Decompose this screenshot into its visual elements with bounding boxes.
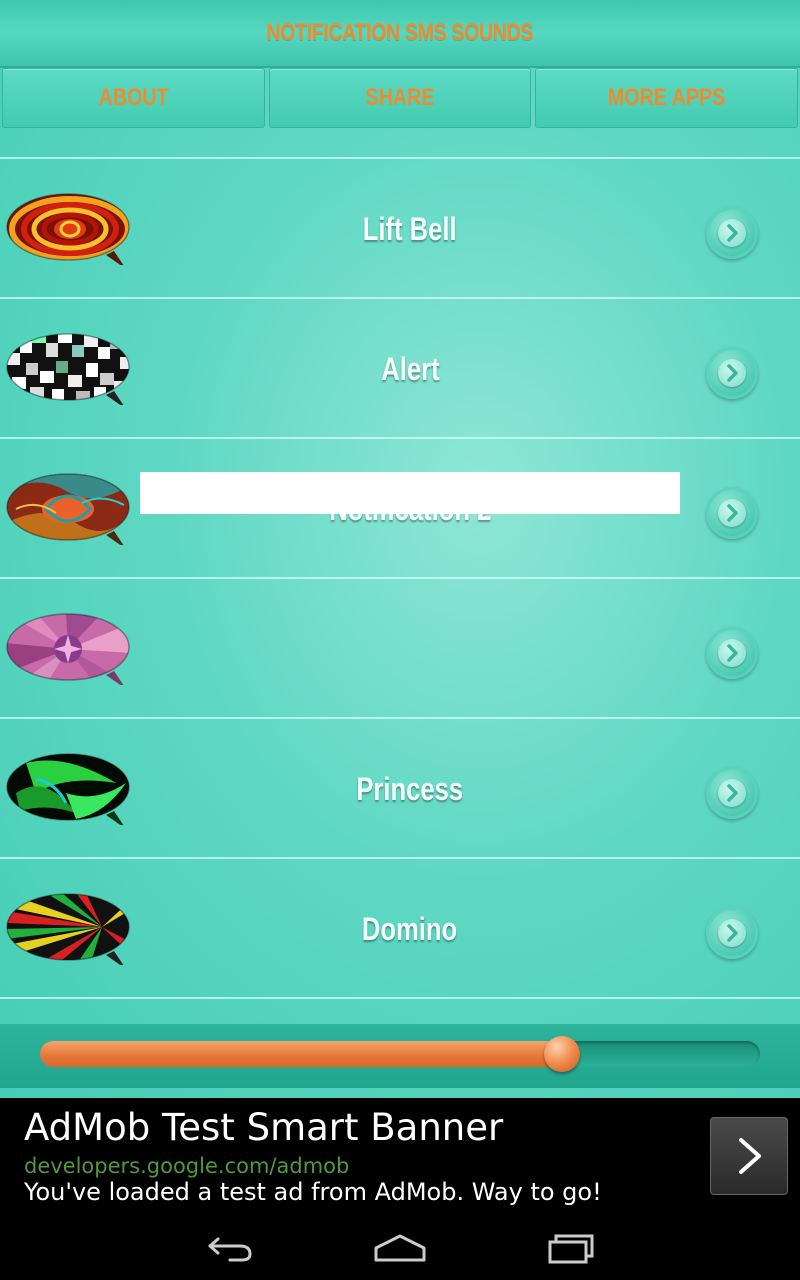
- sound-label: Domino: [140, 859, 680, 999]
- top-button-bar: ABOUT SHARE MORE APPS: [0, 68, 800, 128]
- chevron-right-icon: [727, 644, 738, 662]
- sound-label-blank-box: [140, 472, 680, 514]
- share-button[interactable]: SHARE: [268, 68, 532, 128]
- sound-label-text: Domino: [362, 910, 458, 947]
- ad-banner[interactable]: AdMob Test Smart Banner developers.googl…: [0, 1098, 800, 1216]
- chevron-right-icon: [727, 784, 738, 802]
- swirl-bubble-icon: [6, 193, 130, 265]
- play-arrow-button[interactable]: [706, 627, 758, 679]
- play-arrow-button[interactable]: [706, 487, 758, 539]
- ad-open-button[interactable]: [710, 1117, 788, 1195]
- rainbow-ray-bubble-icon: [6, 893, 130, 965]
- back-icon[interactable]: [200, 1230, 260, 1266]
- sound-label: Lift Bell: [140, 159, 680, 299]
- player-bar: [0, 1024, 800, 1088]
- seek-track[interactable]: [40, 1036, 760, 1072]
- psychedelic-bubble-icon: [6, 473, 130, 545]
- sound-row-alert[interactable]: Alert: [0, 297, 800, 437]
- seek-thumb[interactable]: [544, 1036, 580, 1072]
- chevron-right-icon: [739, 1138, 761, 1174]
- more-apps-button[interactable]: MORE APPS: [535, 68, 799, 128]
- chevron-right-icon: [727, 504, 738, 522]
- play-arrow-button[interactable]: [706, 207, 758, 259]
- sound-row-lift-bell[interactable]: Lift Bell: [0, 157, 800, 297]
- sound-label: Princess: [140, 719, 680, 859]
- system-nav-bar: [0, 1216, 800, 1280]
- sound-label: Alert: [140, 299, 680, 439]
- sound-label-text: Lift Bell: [363, 210, 457, 247]
- green-abstract-bubble-icon: [6, 753, 130, 825]
- share-button-label: SHARE: [365, 84, 435, 111]
- checkered-bubble-icon: [6, 333, 130, 405]
- home-icon[interactable]: [370, 1230, 430, 1266]
- chevron-right-icon: [727, 364, 738, 382]
- page-title: NOTIFICATION SMS SOUNDS: [266, 19, 534, 46]
- ad-description: You've loaded a test ad from AdMob. Way …: [24, 1178, 602, 1206]
- seek-progress-fill: [40, 1041, 562, 1067]
- ad-url[interactable]: developers.google.com/admob: [24, 1154, 349, 1178]
- play-arrow-button[interactable]: [706, 347, 758, 399]
- chevron-right-icon: [727, 924, 738, 942]
- ad-title: AdMob Test Smart Banner: [24, 1106, 504, 1149]
- sound-label-text: Alert: [380, 350, 440, 387]
- about-button-label: ABOUT: [98, 84, 169, 111]
- sound-row-domino[interactable]: Domino: [0, 857, 800, 999]
- recent-apps-icon[interactable]: [542, 1230, 602, 1266]
- sound-row-princess[interactable]: Princess: [0, 717, 800, 857]
- about-button[interactable]: ABOUT: [2, 68, 265, 128]
- sound-list: Lift Bell Alert Princess Domino: [0, 157, 800, 999]
- sound-row-untitled[interactable]: [0, 577, 800, 717]
- play-arrow-button[interactable]: [706, 767, 758, 819]
- title-bar: NOTIFICATION SMS SOUNDS: [0, 0, 800, 68]
- more-apps-button-label: MORE APPS: [607, 84, 726, 111]
- kaleidoscope-bubble-icon: [6, 613, 130, 685]
- chevron-right-icon: [727, 224, 738, 242]
- app-screen: NOTIFICATION SMS SOUNDS ABOUT SHARE MORE…: [0, 0, 800, 1098]
- play-arrow-button[interactable]: [706, 907, 758, 959]
- sound-label-text: Princess: [356, 770, 464, 807]
